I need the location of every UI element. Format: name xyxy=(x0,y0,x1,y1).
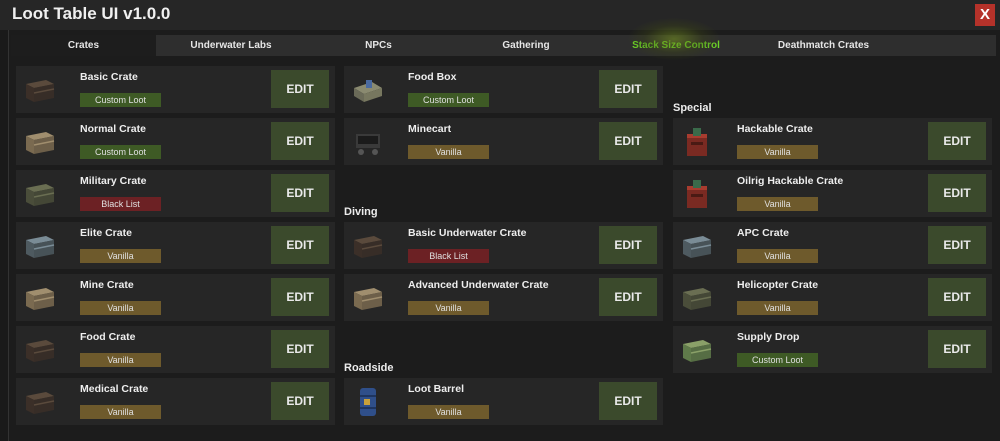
status-badge: Custom Loot xyxy=(737,353,818,367)
tab-crates[interactable]: Crates xyxy=(11,35,156,56)
loot-item: Mine Crate Vanilla EDIT xyxy=(16,274,335,321)
status-badge: Custom Loot xyxy=(80,145,161,159)
supply-drop-icon xyxy=(679,334,715,366)
close-button[interactable]: X xyxy=(975,4,995,26)
minecart-icon xyxy=(350,126,386,158)
loot-item: Basic Underwater Crate Black List EDIT xyxy=(344,222,663,269)
tab-gathering[interactable]: Gathering xyxy=(451,35,601,56)
status-badge: Vanilla xyxy=(737,249,818,263)
item-name: Oilrig Hackable Crate xyxy=(737,175,844,187)
loot-item: Food Crate Vanilla EDIT xyxy=(16,326,335,373)
edit-button[interactable]: EDIT xyxy=(599,278,657,316)
item-name: Mine Crate xyxy=(80,279,134,291)
status-badge: Vanilla xyxy=(80,301,161,315)
normal-crate-icon xyxy=(22,126,58,158)
status-badge: Vanilla xyxy=(737,197,818,211)
item-name: Normal Crate xyxy=(80,123,146,135)
item-name: Military Crate xyxy=(80,175,147,187)
status-badge: Custom Loot xyxy=(80,93,161,107)
section-header-roadside: Roadside xyxy=(344,362,394,374)
item-name: Food Crate xyxy=(80,331,136,343)
status-badge: Black List xyxy=(80,197,161,211)
tab-hover-glow xyxy=(628,18,720,60)
helicopter-crate-icon xyxy=(679,282,715,314)
loot-item: Elite Crate Vanilla EDIT xyxy=(16,222,335,269)
oilrig-hackable-crate-icon xyxy=(679,178,715,210)
status-badge: Vanilla xyxy=(408,405,489,419)
edit-button[interactable]: EDIT xyxy=(271,174,329,212)
edit-button[interactable]: EDIT xyxy=(928,226,986,264)
app-title: Loot Table UI v1.0.0 xyxy=(12,4,171,23)
item-name: Supply Drop xyxy=(737,331,800,343)
tab-bar: Crates Underwater Labs NPCs Gathering St… xyxy=(11,35,996,56)
edit-button[interactable]: EDIT xyxy=(928,122,986,160)
edit-button[interactable]: EDIT xyxy=(599,382,657,420)
loot-item: Military Crate Black List EDIT xyxy=(16,170,335,217)
military-crate-icon xyxy=(22,178,58,210)
title-bar: Loot Table UI v1.0.0 xyxy=(0,0,1000,30)
loot-item: APC Crate Vanilla EDIT xyxy=(673,222,992,269)
loot-item: Basic Crate Custom Loot EDIT xyxy=(16,66,335,113)
item-name: Advanced Underwater Crate xyxy=(408,279,549,291)
status-badge: Vanilla xyxy=(408,301,489,315)
advanced-underwater-crate-icon xyxy=(350,282,386,314)
loot-item: Normal Crate Custom Loot EDIT xyxy=(16,118,335,165)
apc-crate-icon xyxy=(679,230,715,262)
item-name: Loot Barrel xyxy=(408,383,465,395)
edit-button[interactable]: EDIT xyxy=(271,226,329,264)
section-header-special: Special xyxy=(673,102,712,114)
edit-button[interactable]: EDIT xyxy=(271,122,329,160)
loot-barrel-icon xyxy=(350,386,386,418)
item-name: Food Box xyxy=(408,71,457,83)
loot-item: Minecart Vanilla EDIT xyxy=(344,118,663,165)
tab-deathmatch-crates[interactable]: Deathmatch Crates xyxy=(751,35,896,56)
loot-item: Food Box Custom Loot EDIT xyxy=(344,66,663,113)
edit-button[interactable]: EDIT xyxy=(928,278,986,316)
section-header-diving: Diving xyxy=(344,206,378,218)
edit-button[interactable]: EDIT xyxy=(271,382,329,420)
edit-button[interactable]: EDIT xyxy=(271,278,329,316)
edit-button[interactable]: EDIT xyxy=(599,122,657,160)
basic-crate-icon xyxy=(22,74,58,106)
medical-crate-icon xyxy=(22,386,58,418)
item-name: Medical Crate xyxy=(80,383,149,395)
status-badge: Vanilla xyxy=(737,301,818,315)
loot-item: Supply Drop Custom Loot EDIT xyxy=(673,326,992,373)
status-badge: Vanilla xyxy=(80,405,161,419)
status-badge: Vanilla xyxy=(80,353,161,367)
mine-crate-icon xyxy=(22,282,58,314)
status-badge: Vanilla xyxy=(737,145,818,159)
tab-npcs[interactable]: NPCs xyxy=(306,35,451,56)
elite-crate-icon xyxy=(22,230,58,262)
edit-button[interactable]: EDIT xyxy=(271,70,329,108)
status-badge: Vanilla xyxy=(80,249,161,263)
hackable-crate-icon xyxy=(679,126,715,158)
item-name: APC Crate xyxy=(737,227,789,239)
loot-item: Oilrig Hackable Crate Vanilla EDIT xyxy=(673,170,992,217)
item-name: Basic Crate xyxy=(80,71,138,83)
status-badge: Vanilla xyxy=(408,145,489,159)
status-badge: Black List xyxy=(408,249,489,263)
edit-button[interactable]: EDIT xyxy=(928,330,986,368)
tab-underwater-labs[interactable]: Underwater Labs xyxy=(156,35,306,56)
item-name: Helicopter Crate xyxy=(737,279,819,291)
edit-button[interactable]: EDIT xyxy=(928,174,986,212)
food-box-icon xyxy=(350,74,386,106)
item-name: Basic Underwater Crate xyxy=(408,227,527,239)
underwater-crate-icon xyxy=(350,230,386,262)
loot-item: Hackable Crate Vanilla EDIT xyxy=(673,118,992,165)
edit-button[interactable]: EDIT xyxy=(599,70,657,108)
edit-button[interactable]: EDIT xyxy=(599,226,657,264)
item-name: Hackable Crate xyxy=(737,123,813,135)
status-badge: Custom Loot xyxy=(408,93,489,107)
item-name: Minecart xyxy=(408,123,452,135)
loot-item: Medical Crate Vanilla EDIT xyxy=(16,378,335,425)
edit-button[interactable]: EDIT xyxy=(271,330,329,368)
item-name: Elite Crate xyxy=(80,227,132,239)
loot-item: Loot Barrel Vanilla EDIT xyxy=(344,378,663,425)
food-crate-icon xyxy=(22,334,58,366)
loot-item: Advanced Underwater Crate Vanilla EDIT xyxy=(344,274,663,321)
loot-item: Helicopter Crate Vanilla EDIT xyxy=(673,274,992,321)
